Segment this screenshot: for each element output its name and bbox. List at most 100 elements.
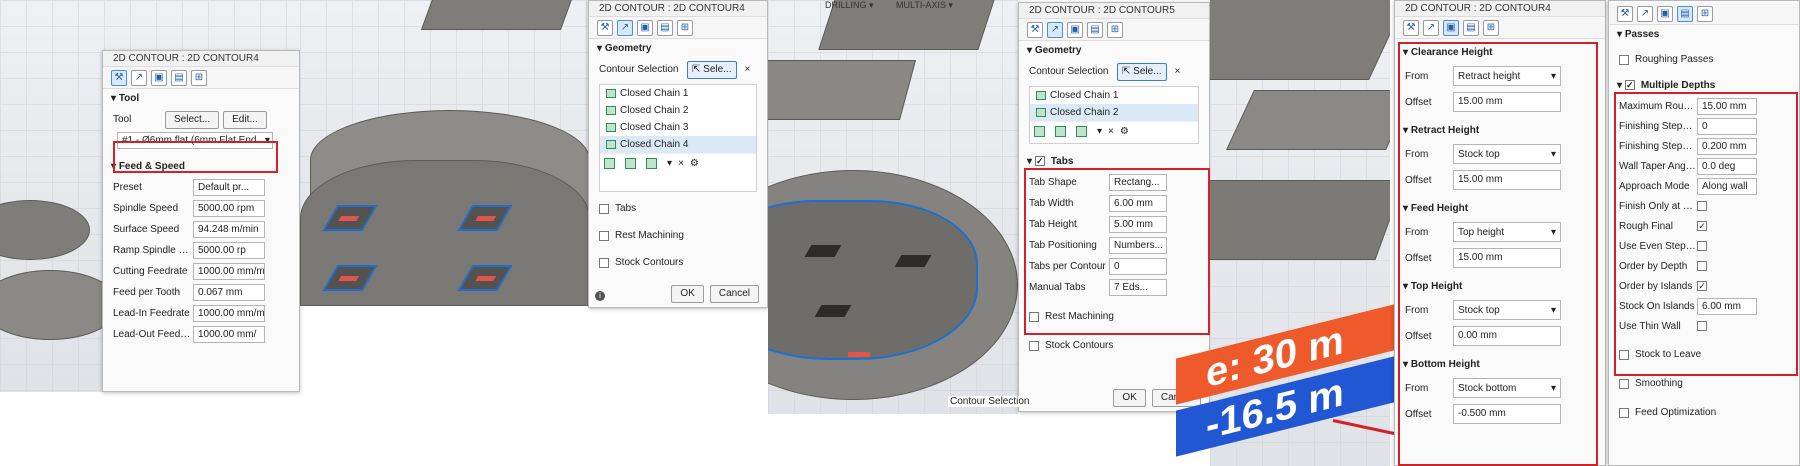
direction-arrow-icon (848, 352, 870, 357)
select-tool-button[interactable]: Select... (165, 110, 220, 129)
chain-item[interactable]: Closed Chain 4 (600, 136, 756, 153)
gear-icon[interactable]: ⚙ (1120, 126, 1129, 137)
contour-select-button[interactable]: ⇱ Sele... (687, 60, 737, 79)
smoothing-label: Smoothing (1635, 378, 1683, 389)
chain-label: Closed Chain 1 (620, 88, 689, 99)
rest-machining-checkbox[interactable] (599, 230, 609, 241)
close-icon[interactable]: × (1175, 66, 1181, 77)
linking-tab-icon[interactable]: ⊞ (1483, 19, 1499, 36)
field-input[interactable]: 94.248 m/min (193, 221, 265, 238)
stock-contours-label: Stock Contours (1045, 340, 1114, 351)
feed-row: Lead-In Feedrate 1000.00 mm/m (103, 303, 299, 324)
chain-item[interactable]: Closed Chain 3 (600, 119, 756, 136)
chain-item[interactable]: Closed Chain 2 (600, 102, 756, 119)
chain-item[interactable]: Closed Chain 1 (600, 85, 756, 102)
add-edge-icon[interactable] (646, 158, 657, 169)
contour-select-button[interactable]: ⇱ Sele... (1117, 62, 1167, 81)
add-face-icon[interactable] (1055, 126, 1066, 137)
tool-tab-icon[interactable]: ⚒ (1403, 19, 1419, 36)
delete-icon[interactable]: × (678, 158, 684, 169)
field-input[interactable]: 1000.00 mm/ (193, 326, 265, 343)
info-icon[interactable]: i (595, 291, 605, 301)
tabs-checkbox[interactable]: ✓ (1034, 156, 1045, 167)
chain-icon (606, 123, 616, 132)
passes-section-header[interactable]: ▾ Passes (1609, 25, 1799, 45)
feed-optimization-toggle[interactable]: Feed Optimization (1609, 402, 1799, 423)
field-input[interactable]: 5000.00 rpm (193, 200, 265, 217)
tabs-label: Tabs (1050, 156, 1074, 167)
selected-contour[interactable] (768, 200, 978, 360)
multi-axis-menu[interactable]: MULTI-AXIS ▾ (896, 0, 953, 10)
tool-section-header[interactable]: ▾ Tool (103, 89, 299, 109)
contour-selection-label: Contour Selection (1029, 66, 1109, 77)
linking-tab-icon[interactable]: ⊞ (1107, 21, 1123, 38)
passes-tab-icon[interactable]: ▤ (1463, 19, 1479, 36)
heights-tab-icon[interactable]: ▣ (637, 19, 653, 36)
viewport-middle[interactable] (300, 0, 590, 306)
chevron-down-icon[interactable]: ▾ (667, 158, 672, 169)
rest-machining-toggle[interactable]: Rest Machining (589, 225, 767, 246)
add-chain-icon[interactable] (1034, 126, 1045, 137)
close-icon[interactable]: × (745, 64, 751, 75)
edit-tool-button[interactable]: Edit... (223, 110, 267, 129)
multiple-depths-checkbox[interactable]: ✓ (1624, 80, 1635, 91)
heights-tab-icon[interactable]: ▣ (1067, 21, 1083, 38)
stock-contours-label: Stock Contours (615, 257, 684, 268)
smoothing-checkbox[interactable] (1619, 378, 1629, 389)
gear-icon[interactable]: ⚙ (690, 158, 699, 169)
feed-optimization-checkbox[interactable] (1619, 407, 1629, 418)
geometry-tab-icon[interactable]: ↗ (1637, 5, 1653, 22)
passes-tab-icon[interactable]: ▤ (657, 19, 673, 36)
chevron-down-icon[interactable]: ▾ (1097, 126, 1102, 137)
tool-tab-icon[interactable]: ⚒ (597, 19, 613, 36)
ok-button[interactable]: OK (1113, 389, 1146, 407)
ok-button[interactable]: OK (671, 285, 704, 303)
stock-contours-toggle[interactable]: Stock Contours (589, 252, 767, 273)
tool-tab-icon[interactable]: ⚒ (111, 69, 127, 86)
linking-tab-icon[interactable]: ⊞ (677, 19, 693, 36)
chain-item[interactable]: Closed Chain 2 (1030, 104, 1198, 121)
roughing-passes-toggle[interactable]: Roughing Passes (1609, 49, 1799, 70)
section-label: Geometry (604, 43, 652, 54)
linking-tab-icon[interactable]: ⊞ (1697, 5, 1713, 22)
delete-icon[interactable]: × (1108, 126, 1114, 137)
contour-selection-row: Contour Selection ⇱ Sele... × (1019, 61, 1209, 82)
heights-tab-icon[interactable]: ▣ (1443, 19, 1459, 36)
tabs-checkbox[interactable] (599, 203, 609, 214)
geometry-tab-icon[interactable]: ↗ (131, 69, 147, 86)
roughing-checkbox[interactable] (1619, 54, 1629, 65)
cancel-button[interactable]: Cancel (709, 285, 759, 303)
add-chain-icon[interactable] (604, 158, 615, 169)
geometry-tab-icon[interactable]: ↗ (1047, 21, 1063, 38)
field-input[interactable]: 5000.00 rp (193, 242, 265, 259)
viewport-right[interactable] (768, 0, 1018, 414)
geometry-tab-icon[interactable]: ↗ (617, 19, 633, 36)
field-input[interactable]: 0.067 mm (193, 284, 265, 301)
passes-tab-icon[interactable]: ▤ (171, 69, 187, 86)
passes-tab-icon[interactable]: ▤ (1087, 21, 1103, 38)
geometry-section-header[interactable]: ▾ Geometry (1019, 41, 1209, 61)
chain-list-items: Closed Chain 1 Closed Chain 2 (1030, 87, 1198, 121)
stock-contours-toggle[interactable]: Stock Contours (1019, 335, 1209, 356)
stock-contours-checkbox[interactable] (1029, 340, 1039, 351)
highlight-box (113, 141, 278, 173)
geometry-section-header[interactable]: ▾ Geometry (589, 39, 767, 59)
add-edge-icon[interactable] (1076, 126, 1087, 137)
preset-dropdown[interactable]: Default pr... (193, 179, 265, 196)
chain-item[interactable]: Closed Chain 1 (1030, 87, 1198, 104)
heights-tab-icon[interactable]: ▣ (1657, 5, 1673, 22)
smoothing-toggle[interactable]: Smoothing (1609, 373, 1799, 394)
field-input[interactable]: 1000.00 mm/m (193, 305, 265, 322)
passes-tab-icon[interactable]: ▤ (1677, 5, 1693, 22)
drilling-menu[interactable]: DRILLING ▾ (825, 0, 874, 10)
tool-tab-icon[interactable]: ⚒ (1617, 5, 1633, 22)
field-input[interactable]: 1000.00 mm/m (193, 263, 265, 280)
heights-tab-icon[interactable]: ▣ (151, 69, 167, 86)
geometry-tab-icon[interactable]: ↗ (1423, 19, 1439, 36)
roughing-label: Roughing Passes (1635, 54, 1714, 65)
add-face-icon[interactable] (625, 158, 636, 169)
linking-tab-icon[interactable]: ⊞ (191, 69, 207, 86)
stock-contours-checkbox[interactable] (599, 257, 609, 268)
tool-tab-icon[interactable]: ⚒ (1027, 21, 1043, 38)
tabs-toggle[interactable]: Tabs (589, 198, 767, 219)
